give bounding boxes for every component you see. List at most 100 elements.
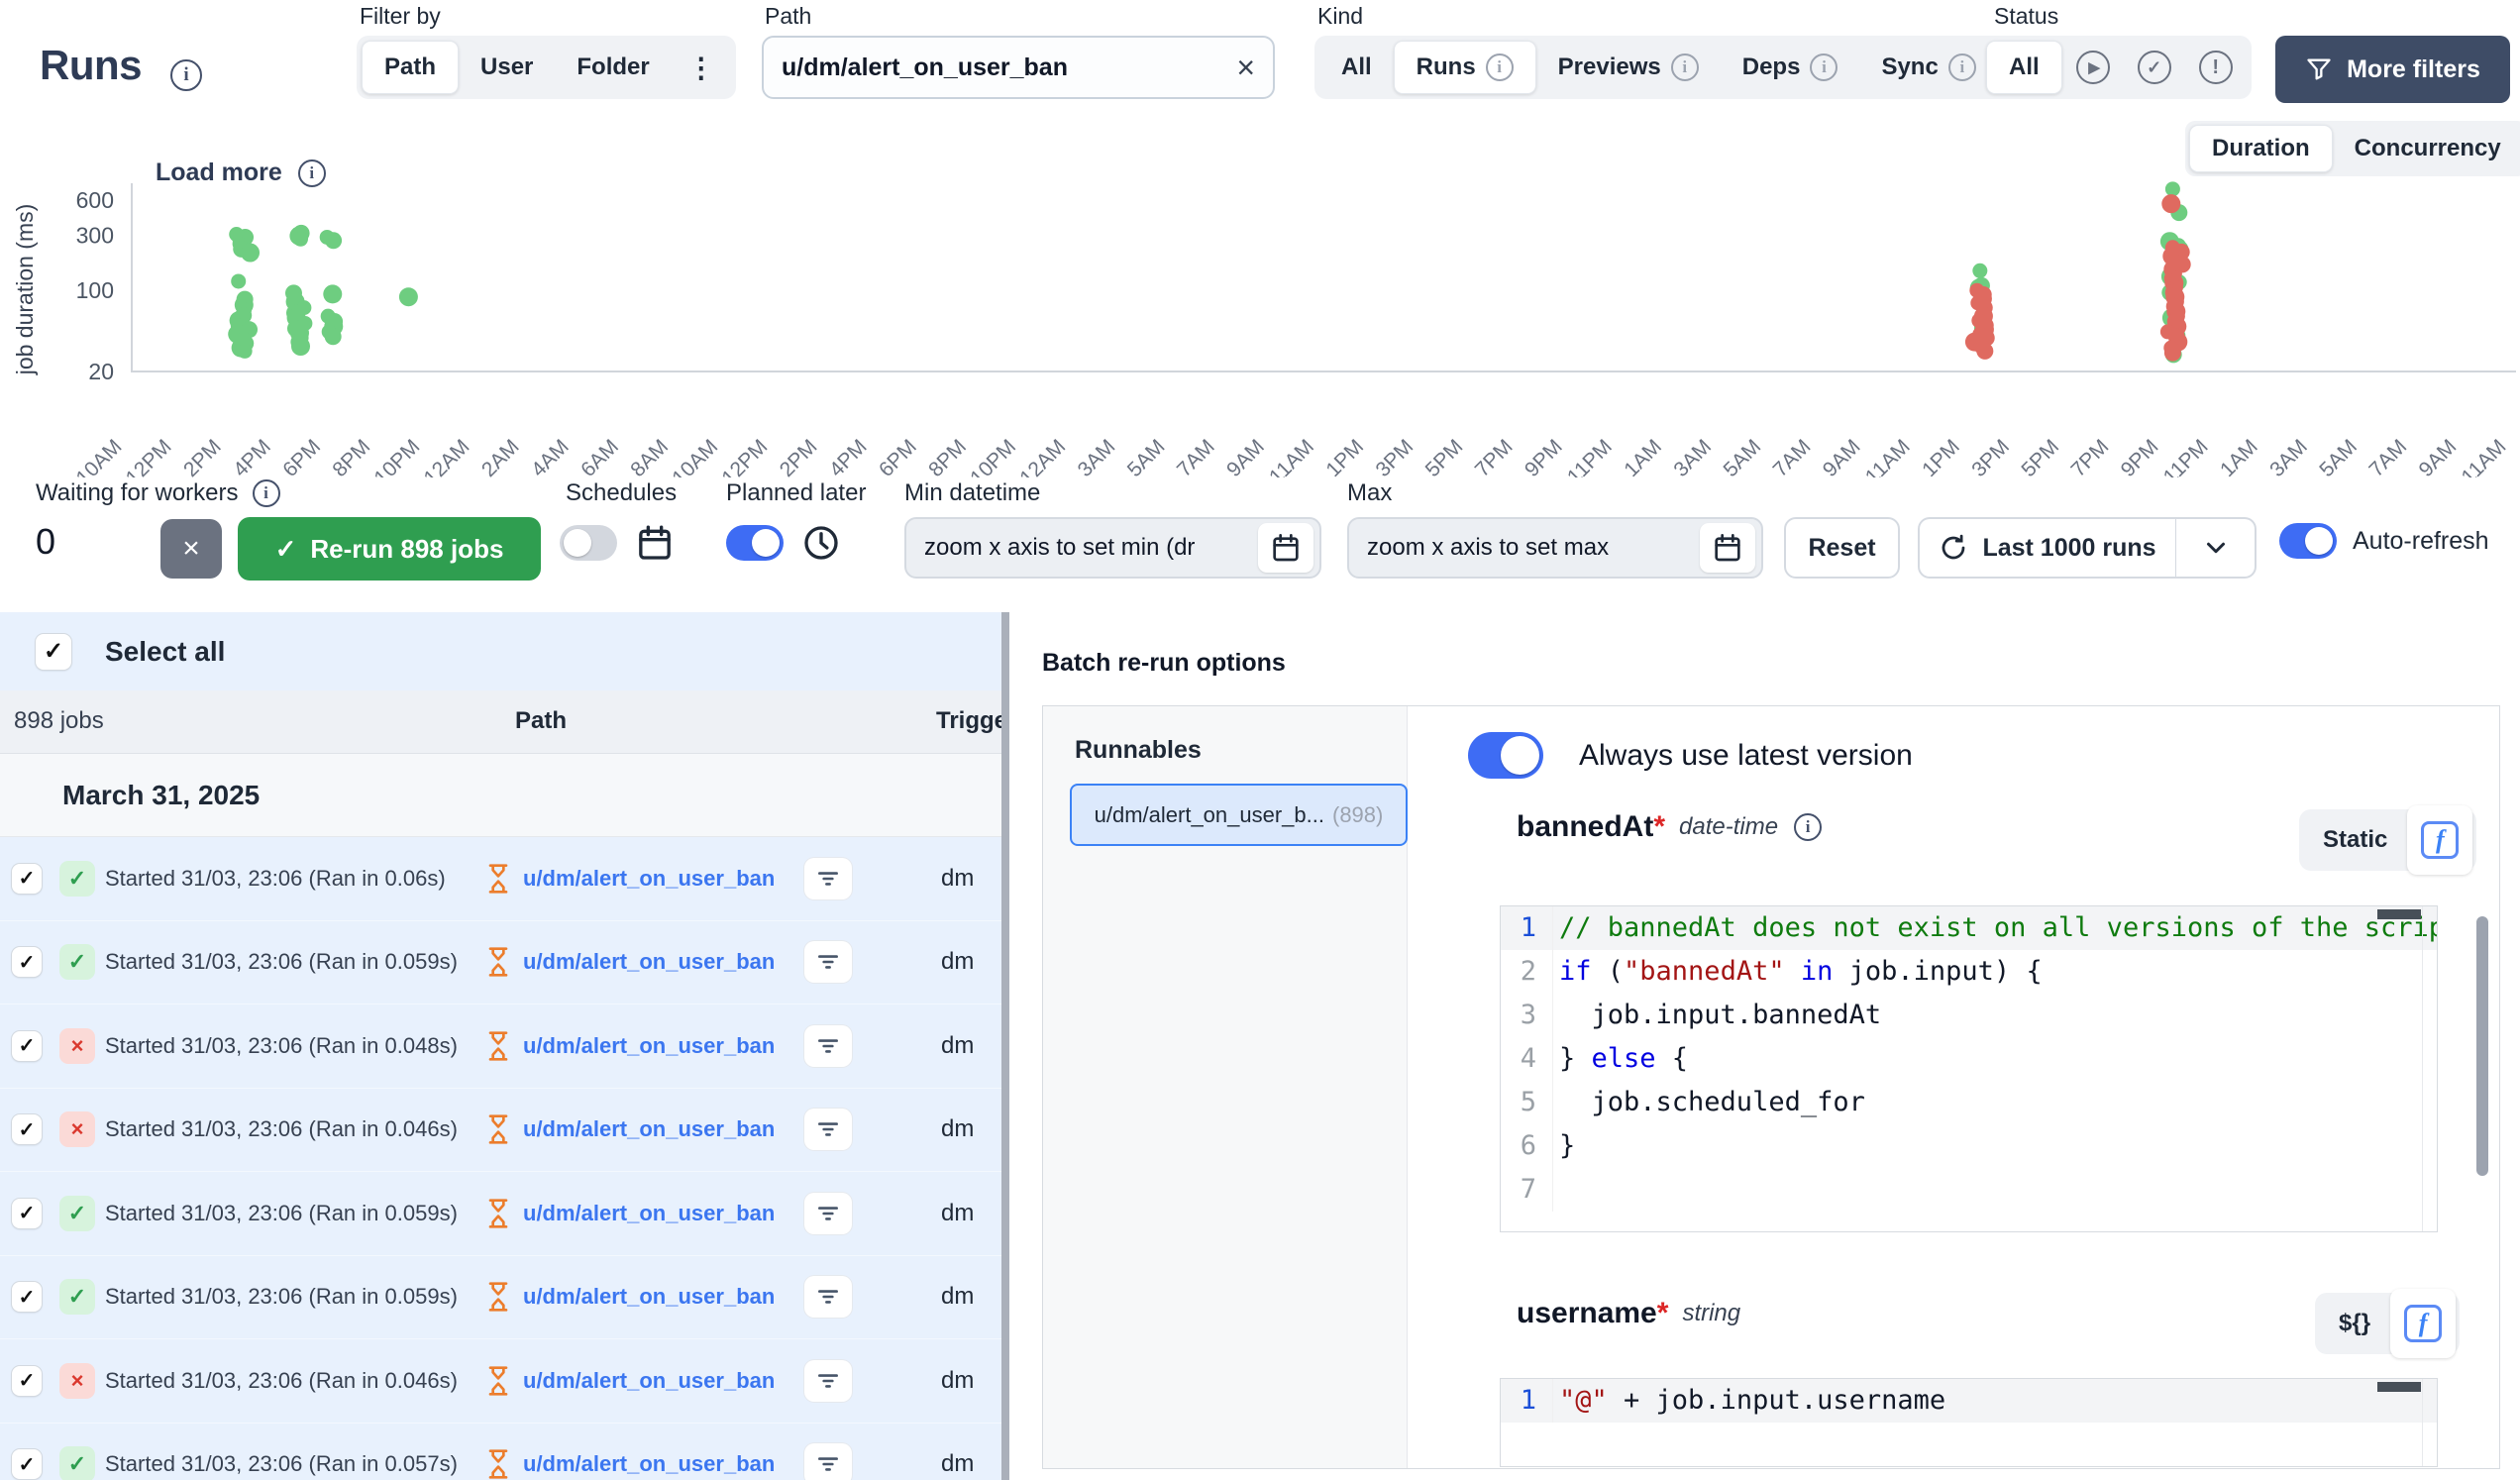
code-line[interactable]: 2if ("bannedAt" in job.input) {: [1501, 950, 2437, 994]
hourglass-icon: [482, 863, 514, 895]
more-filters-button[interactable]: More filters: [2275, 36, 2510, 103]
bannedat-expr-button[interactable]: f: [2407, 805, 2472, 875]
code-text: job.scheduled_for: [1552, 1081, 2437, 1124]
clear-path-icon[interactable]: ×: [1236, 52, 1255, 83]
bannedat-info-icon[interactable]: i: [1794, 813, 1822, 841]
auto-refresh-toggle[interactable]: [2279, 523, 2337, 559]
schedules-toggle[interactable]: [560, 525, 617, 561]
row-filter-chip[interactable]: [804, 1109, 852, 1150]
row-checkbox[interactable]: ✓: [12, 1282, 42, 1312]
job-row[interactable]: ✓✓Started 31/03, 23:06 (Ran in 0.059s)u/…: [0, 921, 1001, 1005]
row-checkbox[interactable]: ✓: [12, 864, 42, 894]
row-checkbox[interactable]: ✓: [12, 1449, 42, 1479]
row-filter-chip[interactable]: [804, 1360, 852, 1402]
batch-rerun-title: Batch re-run options: [1042, 649, 1286, 678]
filter-by-path[interactable]: Path: [362, 41, 459, 94]
select-all-checkbox[interactable]: ✓: [36, 634, 71, 670]
status-failure[interactable]: !: [2185, 41, 2247, 94]
row-filter-chip[interactable]: [804, 1443, 852, 1480]
bannedat-field-type: date-time: [1679, 813, 1778, 841]
job-row[interactable]: ✓×Started 31/03, 23:06 (Ran in 0.046s)u/…: [0, 1089, 1001, 1173]
kind-deps[interactable]: Deps i: [1721, 41, 1860, 94]
min-datetime-input[interactable]: zoom x axis to set min (dr: [904, 517, 1321, 579]
load-more[interactable]: Load more i: [156, 159, 326, 187]
line-number: 4: [1501, 1037, 1552, 1081]
bannedat-code-editor[interactable]: 1// bannedAt does not exist on all versi…: [1500, 905, 2438, 1232]
row-checkbox[interactable]: ✓: [12, 1366, 42, 1396]
hourglass-icon: [482, 1113, 514, 1145]
code-line[interactable]: 1"@" + job.input.username: [1501, 1379, 2437, 1423]
row-path-link[interactable]: u/dm/alert_on_user_ban: [523, 1033, 775, 1059]
filter-by-more-icon[interactable]: ⋮: [672, 41, 731, 94]
reset-button[interactable]: Reset: [1784, 517, 1900, 579]
svg-text:7AM: 7AM: [1173, 435, 1219, 477]
row-filter-chip[interactable]: [804, 941, 852, 983]
rerun-jobs-button[interactable]: ✓ Re-run 898 jobs: [238, 517, 541, 581]
cancel-selection-button[interactable]: ×: [160, 519, 222, 579]
panel-splitter[interactable]: [1001, 612, 1009, 1480]
job-row[interactable]: ✓✓Started 31/03, 23:06 (Ran in 0.059s)u/…: [0, 1256, 1001, 1340]
row-path-link[interactable]: u/dm/alert_on_user_ban: [523, 1201, 775, 1226]
view-concurrency[interactable]: Concurrency: [2333, 125, 2520, 172]
row-path-link[interactable]: u/dm/alert_on_user_ban: [523, 1284, 775, 1310]
kind-all[interactable]: All: [1319, 41, 1394, 94]
row-path-link[interactable]: u/dm/alert_on_user_ban: [523, 1451, 775, 1477]
row-filter-chip[interactable]: [804, 1276, 852, 1318]
kind-previews[interactable]: Previews i: [1536, 41, 1721, 94]
kind-sync[interactable]: Sync i: [1859, 41, 1997, 94]
status-all[interactable]: All: [1986, 41, 2062, 94]
code-line[interactable]: 3 job.input.bannedAt: [1501, 994, 2437, 1037]
max-calendar-button[interactable]: [1700, 523, 1755, 573]
row-path-link[interactable]: u/dm/alert_on_user_ban: [523, 1116, 775, 1142]
last-runs-dropdown-button[interactable]: [2176, 517, 2257, 579]
code-line[interactable]: 6}: [1501, 1124, 2437, 1168]
editor-hscrollbar[interactable]: [2377, 1382, 2421, 1392]
row-filter-chip[interactable]: [804, 1193, 852, 1234]
path-filter-input[interactable]: u/dm/alert_on_user_ban ×: [762, 36, 1275, 99]
row-checkbox[interactable]: ✓: [12, 1031, 42, 1061]
bannedat-static-label[interactable]: Static: [2303, 826, 2407, 854]
job-row[interactable]: ✓✓Started 31/03, 23:06 (Ran in 0.06s)u/d…: [0, 837, 1001, 921]
row-filter-chip[interactable]: [804, 858, 852, 899]
runnable-chip[interactable]: u/dm/alert_on_user_b... (898): [1070, 784, 1408, 846]
kind-runs[interactable]: Runs i: [1394, 41, 1536, 94]
failure-badge: ×: [59, 1111, 95, 1147]
code-line[interactable]: 4} else {: [1501, 1037, 2437, 1081]
min-calendar-button[interactable]: [1258, 523, 1313, 573]
max-datetime-input[interactable]: zoom x axis to set max: [1347, 517, 1763, 579]
job-row[interactable]: ✓✓Started 31/03, 23:06 (Ran in 0.057s)u/…: [0, 1424, 1001, 1480]
svg-text:6PM: 6PM: [875, 435, 921, 477]
username-code-editor[interactable]: 1"@" + job.input.username: [1500, 1378, 2438, 1467]
runs-info-icon[interactable]: i: [170, 59, 202, 91]
job-row[interactable]: ✓×Started 31/03, 23:06 (Ran in 0.046s)u/…: [0, 1339, 1001, 1424]
code-line[interactable]: 7: [1501, 1168, 2437, 1212]
editor-hscrollbar[interactable]: [2377, 909, 2421, 919]
row-checkbox[interactable]: ✓: [12, 1199, 42, 1228]
status-success[interactable]: ✓: [2124, 41, 2185, 94]
view-duration[interactable]: Duration: [2189, 125, 2333, 172]
last-runs-button[interactable]: Last 1000 runs: [1918, 517, 2176, 579]
row-filter-chip[interactable]: [804, 1025, 852, 1067]
path-column-header: Path: [515, 707, 567, 735]
row-path-link[interactable]: u/dm/alert_on_user_ban: [523, 1368, 775, 1394]
username-field-type: string: [1682, 1300, 1740, 1327]
duration-scatter-chart[interactable]: job duration (ms)6003001002010AM12PM2PM4…: [0, 147, 2520, 477]
row-checkbox[interactable]: ✓: [12, 947, 42, 977]
filter-by-user[interactable]: User: [459, 41, 555, 94]
status-running[interactable]: ▶: [2062, 41, 2124, 94]
code-line[interactable]: 5 job.scheduled_for: [1501, 1081, 2437, 1124]
row-path-link[interactable]: u/dm/alert_on_user_ban: [523, 866, 775, 892]
job-row[interactable]: ✓×Started 31/03, 23:06 (Ran in 0.048s)u/…: [0, 1004, 1001, 1089]
username-expr-button[interactable]: f: [2390, 1289, 2456, 1358]
latest-version-toggle[interactable]: [1468, 732, 1543, 779]
row-path-link[interactable]: u/dm/alert_on_user_ban: [523, 949, 775, 975]
username-template-label[interactable]: ${}: [2319, 1310, 2390, 1337]
panel-scrollbar[interactable]: [2476, 916, 2488, 1176]
filter-by-folder[interactable]: Folder: [555, 41, 671, 94]
row-checkbox[interactable]: ✓: [12, 1114, 42, 1144]
code-line[interactable]: 1// bannedAt does not exist on all versi…: [1501, 906, 2437, 950]
line-number: 1: [1501, 906, 1552, 950]
job-row[interactable]: ✓✓Started 31/03, 23:06 (Ran in 0.059s)u/…: [0, 1172, 1001, 1256]
planned-later-toggle[interactable]: [726, 525, 784, 561]
code-text: }: [1552, 1124, 2437, 1168]
